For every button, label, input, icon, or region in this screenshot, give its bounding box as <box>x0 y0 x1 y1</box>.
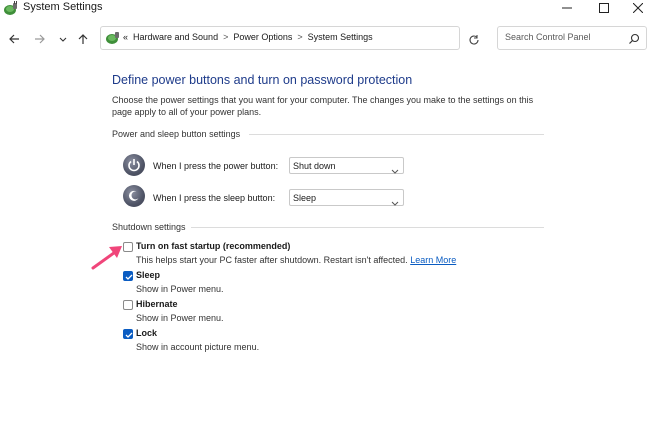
fast-startup-description-text: This helps start your PC faster after sh… <box>136 255 408 265</box>
power-button-select-value: Shut down <box>293 161 336 171</box>
search-placeholder: Search Control Panel <box>505 32 591 42</box>
arrow-up-icon[interactable] <box>76 32 90 46</box>
page-description: Choose the power settings that you want … <box>112 95 534 117</box>
power-options-icon <box>3 1 19 17</box>
learn-more-link[interactable]: Learn More <box>410 255 456 265</box>
minimize-button[interactable] <box>549 0 585 16</box>
chevron-down-icon <box>391 194 399 206</box>
section-divider <box>191 227 544 228</box>
chevron-down-icon <box>391 162 399 174</box>
hibernate-checkbox[interactable] <box>123 300 133 310</box>
section-header-shutdown: Shutdown settings <box>112 222 186 232</box>
sleep-button-icon <box>123 185 145 207</box>
address-field[interactable]: « Hardware and Sound > Power Options > System… <box>100 26 549 50</box>
section-divider <box>249 134 544 135</box>
breadcrumb-separator[interactable]: > <box>223 32 228 42</box>
lock-checkbox[interactable] <box>123 329 133 339</box>
power-button-select[interactable]: Shut down <box>289 157 404 174</box>
breadcrumb-overflow[interactable]: « <box>123 32 128 42</box>
page-title: Define power buttons and turn on passwor… <box>112 73 413 87</box>
fast-startup-description: This helps start your PC faster after sh… <box>136 255 456 265</box>
breadcrumb: « Hardware and Sound > Power Options > System… <box>123 32 373 42</box>
power-button-label: When I press the power button: <box>153 161 279 171</box>
hibernate-option-description: Show in Power menu. <box>136 313 224 323</box>
close-button[interactable] <box>620 0 655 16</box>
sleep-option-description: Show in Power menu. <box>136 284 224 294</box>
power-options-icon <box>105 30 121 46</box>
sleep-checkbox[interactable] <box>123 271 133 281</box>
search-icon <box>628 32 640 44</box>
breadcrumb-item-power-options[interactable]: Power Options <box>233 32 292 42</box>
section-header-power-and-sleep: Power and sleep button settings <box>112 129 241 139</box>
breadcrumb-item-hardware-and-sound[interactable]: Hardware and Sound <box>133 32 218 42</box>
lock-option-description: Show in account picture menu. <box>136 342 260 352</box>
maximize-button[interactable] <box>586 0 622 16</box>
power-button-icon <box>123 154 145 176</box>
arrow-left-icon[interactable] <box>7 32 21 46</box>
sleep-button-select[interactable]: Sleep <box>289 189 404 206</box>
window-title: System Settings <box>23 1 103 13</box>
refresh-icon[interactable] <box>466 32 482 48</box>
chevron-down-icon[interactable] <box>56 32 70 46</box>
search-input[interactable]: Search Control Panel <box>497 26 647 50</box>
breadcrumb-item-system-settings[interactable]: System Settings <box>308 32 373 42</box>
sleep-button-select-value: Sleep <box>293 193 317 203</box>
annotation-arrow-icon <box>90 243 124 271</box>
fast-startup-label[interactable]: Turn on fast startup (recommended) <box>136 241 290 251</box>
sleep-option-label[interactable]: Sleep <box>136 270 160 280</box>
navigation-bar: « Hardware and Sound > Power Options > System… <box>0 24 655 54</box>
lock-option-label[interactable]: Lock <box>136 328 157 338</box>
fast-startup-checkbox[interactable] <box>123 242 133 252</box>
breadcrumb-separator[interactable]: > <box>297 32 302 42</box>
arrow-right-icon[interactable] <box>33 32 47 46</box>
hibernate-option-label[interactable]: Hibernate <box>136 299 178 309</box>
title-bar: System Settings <box>0 0 655 18</box>
sleep-button-label: When I press the sleep button: <box>153 193 276 203</box>
